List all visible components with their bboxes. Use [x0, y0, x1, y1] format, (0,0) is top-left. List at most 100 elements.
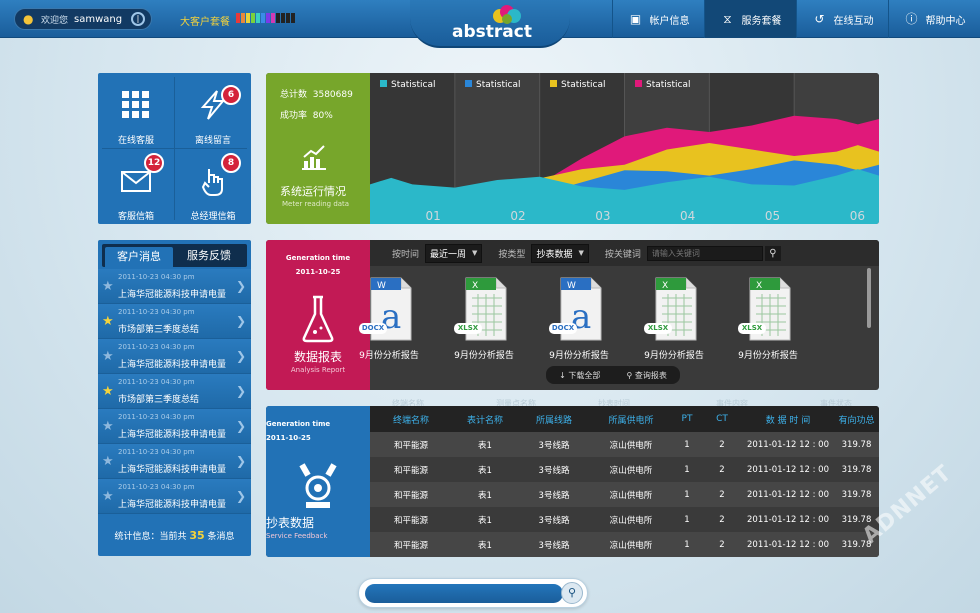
bottom-search: ⚲	[358, 578, 588, 608]
table-cell: 凉山供电所	[609, 440, 653, 451]
table-cell: 3号线路	[538, 490, 570, 501]
column-header[interactable]: PT	[672, 414, 702, 424]
tab-customer-messages[interactable]: 客户消息	[105, 247, 173, 267]
table-cell: 2	[719, 514, 725, 525]
tile-manager-mailbox[interactable]: 8 总经理信箱	[175, 149, 251, 224]
nav-label: 帮助中心	[925, 15, 966, 27]
table-cell: 凉山供电所	[609, 515, 653, 526]
bottom-search-input[interactable]	[365, 584, 563, 603]
list-item[interactable]: ★ 2011-10-23 04:30 pm 市场部第三季度总结 ❯	[98, 374, 251, 409]
nav-service[interactable]: ⧖ 服务套餐	[704, 0, 796, 38]
column-header[interactable]: 表计名称	[452, 413, 518, 426]
column-header[interactable]: 所属线路	[518, 413, 590, 426]
column-header[interactable]: 所属供电所	[590, 413, 672, 426]
star-icon[interactable]: ★	[102, 420, 114, 433]
list-item[interactable]: ★ 2011-10-23 04:30 pm 上海华冠能源科技申请电量 ❯	[98, 444, 251, 479]
legend-swatch	[465, 80, 472, 87]
table-row[interactable]: 和平能源 表1 3号线路 凉山供电所 1 2 2011-01-12 12 : 00 319.7…	[370, 507, 879, 532]
star-icon[interactable]: ★	[102, 490, 114, 503]
table-cell: 2	[719, 539, 725, 550]
table-row[interactable]: 和平能源 表1 3号线路 凉山供电所 1 2 2011-01-12 12 : 00 319.7…	[370, 532, 879, 557]
meter-title: 抄表数据	[266, 516, 315, 530]
scrollbar[interactable]	[867, 268, 871, 328]
nav-online[interactable]: ↺ 在线互动	[796, 0, 888, 38]
table-cell: 凉山供电所	[609, 540, 653, 551]
tile-label: 在线客服	[117, 136, 154, 146]
column-header[interactable]: 终端名称	[370, 413, 452, 426]
level-bar	[281, 13, 285, 23]
list-item[interactable]: ★ 2011-10-23 04:30 pm 市场部第三季度总结 ❯	[98, 304, 251, 339]
column-header[interactable]: 有向功总	[834, 413, 879, 426]
badge: 12	[144, 153, 164, 173]
nav-account[interactable]: ▣ 帐户信息	[612, 0, 704, 38]
excel-file-icon: X	[465, 277, 507, 341]
message-tabs: 客户消息 服务反馈	[102, 244, 247, 267]
legend-swatch	[550, 80, 557, 87]
column-header[interactable]: 数 据 时 间	[742, 413, 834, 426]
x-tick-label: 04	[680, 209, 695, 223]
file-item[interactable]: Wa DOCX 9月份分析报告	[347, 274, 431, 361]
list-item[interactable]: ★ 2011-10-23 04:30 pm 上海华冠能源科技申请电量 ❯	[98, 409, 251, 444]
table-cell: 1	[684, 439, 690, 450]
download-all-button[interactable]: ↓ 下载全部	[559, 370, 600, 381]
message-text: 市场部第三季度总结	[118, 325, 200, 335]
list-item[interactable]: ★ 2011-10-23 04:30 pm 上海华冠能源科技申请电量 ❯	[98, 339, 251, 374]
level-bar	[266, 13, 270, 23]
list-item[interactable]: ★ 2011-10-23 04:30 pm 上海华冠能源科技申请电量 ❯	[98, 269, 251, 304]
table-row[interactable]: 和平能源 表1 3号线路 凉山供电所 1 2 2011-01-12 12 : 00 319.7…	[370, 432, 879, 457]
tab-service-feedback[interactable]: 服务反馈	[173, 244, 245, 267]
star-icon[interactable]: ★	[102, 385, 114, 398]
logo-tab[interactable]: abstract	[410, 0, 570, 48]
x-tick-label: 06	[850, 209, 865, 223]
table-row[interactable]: 和平能源 表1 3号线路 凉山供电所 1 2 2011-01-12 12 : 00 319.7…	[370, 457, 879, 482]
list-item[interactable]: ★ 2011-10-23 04:30 pm 上海华冠能源科技申请电量 ❯	[98, 479, 251, 514]
power-icon[interactable]: |	[131, 12, 145, 26]
nav-help[interactable]: ⓘ 帮助中心	[888, 0, 980, 38]
tile-online-service[interactable]: 在线客服	[98, 73, 174, 148]
svg-text:W: W	[567, 281, 576, 291]
chevron-right-icon: ❯	[235, 349, 246, 363]
stats-title: 系统运行情况	[280, 185, 346, 198]
search-icon[interactable]: ⚲	[764, 245, 781, 261]
table-cell: 和平能源	[393, 440, 428, 451]
table-cell: 3号线路	[538, 540, 570, 551]
search-icon[interactable]: ⚲	[561, 582, 583, 604]
keyword-input[interactable]	[646, 245, 763, 261]
rss-icon: ⧖	[723, 12, 732, 26]
table-cell: 319.78	[841, 464, 872, 475]
tile-service-mailbox[interactable]: 12 客服信箱	[98, 149, 174, 224]
legend-label: Statistical	[476, 80, 520, 90]
message-time: 2011-10-23 04:30 pm	[118, 483, 195, 491]
star-icon[interactable]: ★	[102, 280, 114, 293]
file-item[interactable]: X XLSX 9月份分析报告	[632, 274, 716, 361]
file-item[interactable]: X XLSX 9月份分析报告	[442, 274, 526, 361]
star-icon[interactable]: ★	[102, 315, 114, 328]
username[interactable]: samwang	[74, 14, 122, 25]
level-bar	[236, 13, 240, 23]
table-cell: 1	[684, 489, 690, 500]
tile-offline-message[interactable]: 6 离线留言	[175, 73, 251, 148]
svg-text:W: W	[377, 281, 386, 291]
report-filter-bar: 按时间 最近一周▼ 按类型 抄表数据▼ 按关键词 ⚲	[370, 240, 879, 266]
level-bar	[286, 13, 290, 23]
filter-time-select[interactable]: 最近一周 ▼	[425, 243, 483, 263]
filter-type-select[interactable]: 抄表数据 ▼	[531, 243, 589, 263]
star-icon[interactable]: ★	[102, 350, 114, 363]
chevron-right-icon: ❯	[235, 279, 246, 293]
tile-label: 总经理信箱	[190, 212, 236, 222]
x-tick-label: 01	[426, 209, 441, 223]
table-cell: 2	[719, 439, 725, 450]
column-header[interactable]: CT	[702, 414, 742, 424]
filter-type-label: 按类型	[498, 249, 526, 260]
query-report-button[interactable]: ⚲ 查询报表	[627, 370, 667, 381]
file-item[interactable]: X XLSX 9月份分析报告	[726, 274, 810, 361]
nav-label: 服务套餐	[741, 15, 782, 27]
table-row[interactable]: 和平能源 表1 3号线路 凉山供电所 1 2 2011-01-12 12 : 00 319.7…	[370, 482, 879, 507]
table-cell: 2011-01-12 12 : 00	[747, 539, 829, 550]
table-cell: 2011-01-12 12 : 00	[747, 489, 829, 500]
file-item[interactable]: Wa DOCX 9月份分析报告	[537, 274, 621, 361]
generation-date: 2011-10-25	[266, 434, 311, 442]
star-icon[interactable]: ★	[102, 455, 114, 468]
success-rate: 成功率 80%	[280, 111, 333, 121]
user-box: ● 欢迎您 samwang |	[14, 8, 152, 30]
